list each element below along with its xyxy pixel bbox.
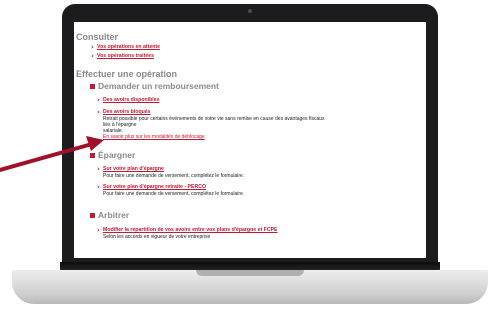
chevron-right-icon: › bbox=[97, 165, 100, 173]
list-item: › Sur votre plan d'épargne Pour faire un… bbox=[94, 165, 424, 180]
chevron-right-icon: › bbox=[97, 96, 100, 104]
item-text: Modifier la répartition de vos avoirs en… bbox=[103, 227, 333, 240]
link-operations-en-attente[interactable]: Vos opérations en attente bbox=[97, 44, 160, 51]
item-text: Des avoirs bloqués Retrait possible pour… bbox=[103, 109, 333, 140]
list-item: › Des avoirs bloqués Retrait possible po… bbox=[94, 108, 424, 141]
subsection-title: Épargner bbox=[98, 150, 136, 160]
square-bullet-icon bbox=[90, 152, 95, 158]
laptop-screen: Consulter › Vos opérations en attente › … bbox=[74, 22, 426, 258]
subsection-arbitrer: Arbitrer bbox=[76, 210, 424, 220]
item-description: Retrait possible pour certains événement… bbox=[103, 116, 325, 128]
chevron-right-icon: › bbox=[91, 52, 94, 60]
chevron-right-icon: › bbox=[91, 43, 94, 51]
item-text: Sur votre plan d'épargne retraite - PERC… bbox=[103, 184, 333, 197]
section-title-consulter: Consulter bbox=[76, 32, 119, 42]
item-description: Pour faire une demande de versement, com… bbox=[103, 173, 245, 179]
link-plan-perco[interactable]: Sur votre plan d'épargne retraite - PERC… bbox=[103, 184, 333, 191]
square-bullet-icon bbox=[90, 212, 95, 218]
link-modalites-deblocage[interactable]: En savoir plus sur les modalités de débl… bbox=[103, 134, 333, 140]
subsection-title: Arbitrer bbox=[98, 210, 130, 220]
link-operations-traitees[interactable]: Vos opérations traitées bbox=[97, 53, 154, 60]
chevron-right-icon: › bbox=[97, 183, 100, 191]
list-item: › Modifier la répartition de vos avoirs … bbox=[94, 226, 424, 241]
list-item: › Sur votre plan d'épargne retraite - PE… bbox=[94, 183, 424, 198]
subsection-title: Demander un remboursement bbox=[98, 81, 219, 91]
list-item: › Vos opérations traitées bbox=[88, 53, 424, 60]
subsection-remboursement: Demander un remboursement bbox=[76, 81, 424, 91]
section-title-effectuer: Effectuer une opération bbox=[76, 69, 178, 79]
link-avoirs-disponibles[interactable]: Des avoirs disponibles bbox=[103, 97, 160, 104]
item-description: Selon les accords en vigueur de votre en… bbox=[103, 234, 211, 240]
link-modifier-repartition[interactable]: Modifier la répartition de vos avoirs en… bbox=[103, 227, 333, 234]
list-item: › Des avoirs disponibles bbox=[94, 97, 424, 104]
item-text: Sur votre plan d'épargne Pour faire une … bbox=[103, 166, 333, 179]
laptop-notch bbox=[196, 270, 304, 276]
link-avoirs-bloques[interactable]: Des avoirs bloqués bbox=[103, 109, 333, 116]
camera-icon bbox=[248, 9, 252, 13]
subsection-epargner: Épargner bbox=[76, 150, 424, 160]
list-item: › Vos opérations en attente bbox=[88, 44, 424, 51]
link-plan-epargne[interactable]: Sur votre plan d'épargne bbox=[103, 166, 333, 173]
page-content: Consulter › Vos opérations en attente › … bbox=[76, 32, 424, 240]
square-bullet-icon bbox=[90, 83, 95, 89]
item-description: Pour faire une demande de versement, com… bbox=[103, 191, 245, 197]
chevron-right-icon: › bbox=[97, 108, 100, 116]
chevron-right-icon: › bbox=[97, 226, 100, 234]
